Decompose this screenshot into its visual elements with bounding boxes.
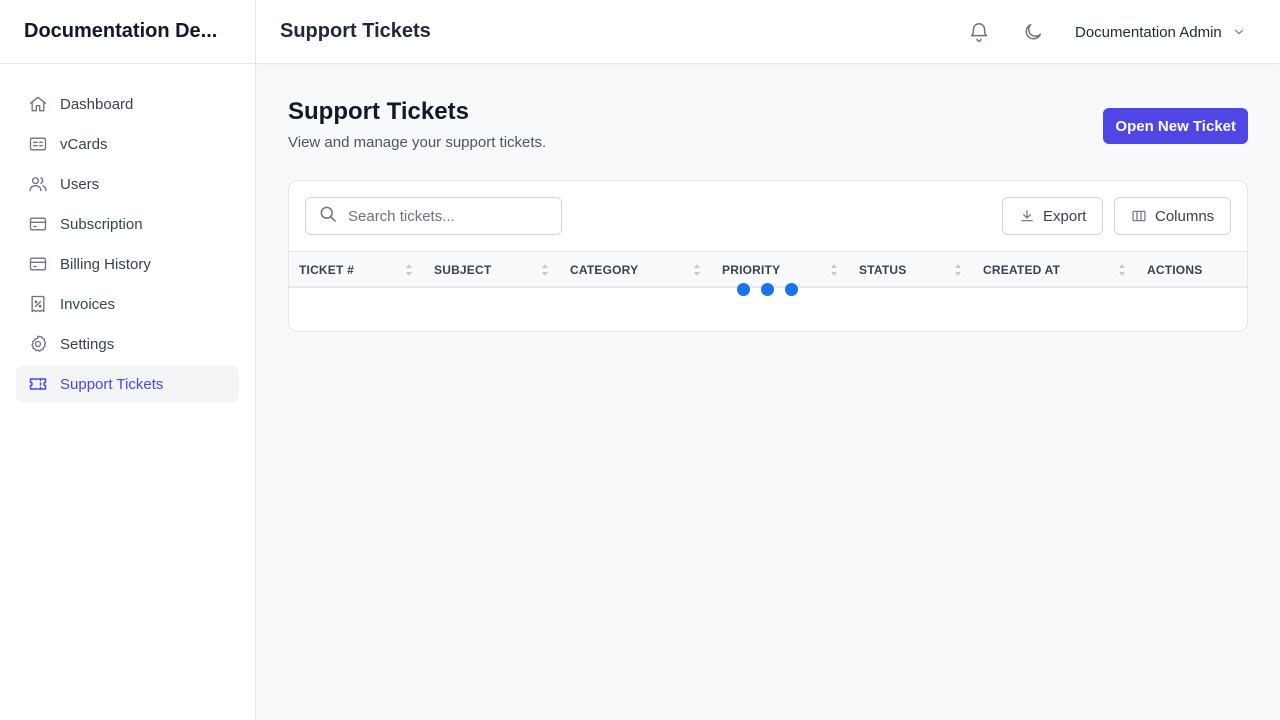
sidebar-item-label: Invoices (60, 295, 116, 313)
user-name: Documentation Admin (1075, 23, 1222, 41)
loading-dot (785, 283, 798, 296)
sidebar-item-settings[interactable]: Settings (16, 326, 239, 362)
loading-dot (761, 283, 774, 296)
top-bar: Support Tickets Documentation Admin (256, 0, 1280, 64)
credit-card-icon (28, 214, 48, 234)
sidebar-item-label: Users (60, 175, 100, 193)
column-header-priority[interactable]: PRIORITY (722, 252, 780, 287)
column-header-subject[interactable]: SUBJECT (434, 252, 491, 287)
sidebar-item-subscription[interactable]: Subscription (16, 206, 239, 242)
column-header-category[interactable]: CATEGORY (570, 252, 638, 287)
tickets-table-card: Export Columns TICKET # SUBJECT CATEGORY… (288, 180, 1248, 332)
loading-dot (737, 283, 750, 296)
receipt-icon (28, 294, 48, 314)
columns-icon (1131, 208, 1147, 224)
download-icon (1019, 208, 1035, 224)
credit-card-icon (28, 254, 48, 274)
search-icon (318, 204, 338, 229)
sort-icon[interactable] (1118, 263, 1126, 277)
users-icon (28, 174, 48, 194)
sidebar-item-label: Subscription (60, 215, 143, 233)
column-header-status[interactable]: STATUS (859, 252, 906, 287)
search-box[interactable] (305, 197, 562, 235)
loading-indicator (737, 283, 809, 296)
columns-label: Columns (1155, 207, 1215, 225)
user-menu[interactable]: Documentation Admin (1075, 20, 1246, 44)
page-header: Support Tickets View and manage your sup… (288, 96, 1248, 151)
sort-icon[interactable] (954, 263, 962, 277)
column-header-created-at[interactable]: CREATED AT (983, 252, 1060, 287)
sidebar: Documentation De... Dashboard vCards Use… (0, 0, 256, 720)
sidebar-nav: Dashboard vCards Users Subscription Bill… (0, 64, 255, 402)
bell-icon[interactable] (967, 20, 991, 44)
sidebar-item-dashboard[interactable]: Dashboard (16, 86, 239, 122)
column-header-ticket[interactable]: TICKET # (299, 252, 354, 287)
sidebar-item-label: Settings (60, 335, 115, 353)
open-new-ticket-button[interactable]: Open New Ticket (1103, 108, 1248, 144)
gear-icon (28, 334, 48, 354)
header-title: Support Tickets (280, 20, 431, 42)
sidebar-item-label: Support Tickets (60, 375, 164, 393)
chevron-down-icon (1232, 25, 1246, 39)
sidebar-item-billing-history[interactable]: Billing History (16, 246, 239, 282)
export-button[interactable]: Export (1002, 197, 1104, 235)
sidebar-item-label: Billing History (60, 255, 151, 273)
column-header-actions: ACTIONS (1147, 262, 1203, 277)
moon-icon[interactable] (1021, 20, 1045, 44)
sort-icon[interactable] (405, 263, 413, 277)
sidebar-item-support-tickets[interactable]: Support Tickets (16, 366, 239, 402)
id-card-icon (28, 134, 48, 154)
sidebar-item-vcards[interactable]: vCards (16, 126, 239, 162)
sort-icon[interactable] (541, 263, 549, 277)
sort-icon[interactable] (693, 263, 701, 277)
sidebar-item-invoices[interactable]: Invoices (16, 286, 239, 322)
brand[interactable]: Documentation De... (0, 0, 255, 64)
sidebar-item-label: Dashboard (60, 95, 134, 113)
sidebar-item-users[interactable]: Users (16, 166, 239, 202)
search-input[interactable] (348, 207, 548, 225)
brand-name: Documentation De... (24, 20, 218, 42)
ticket-icon (28, 374, 48, 394)
columns-button[interactable]: Columns (1114, 197, 1232, 235)
export-label: Export (1043, 207, 1087, 225)
sidebar-item-label: vCards (60, 135, 108, 153)
sort-icon[interactable] (830, 263, 838, 277)
home-icon (28, 94, 48, 114)
